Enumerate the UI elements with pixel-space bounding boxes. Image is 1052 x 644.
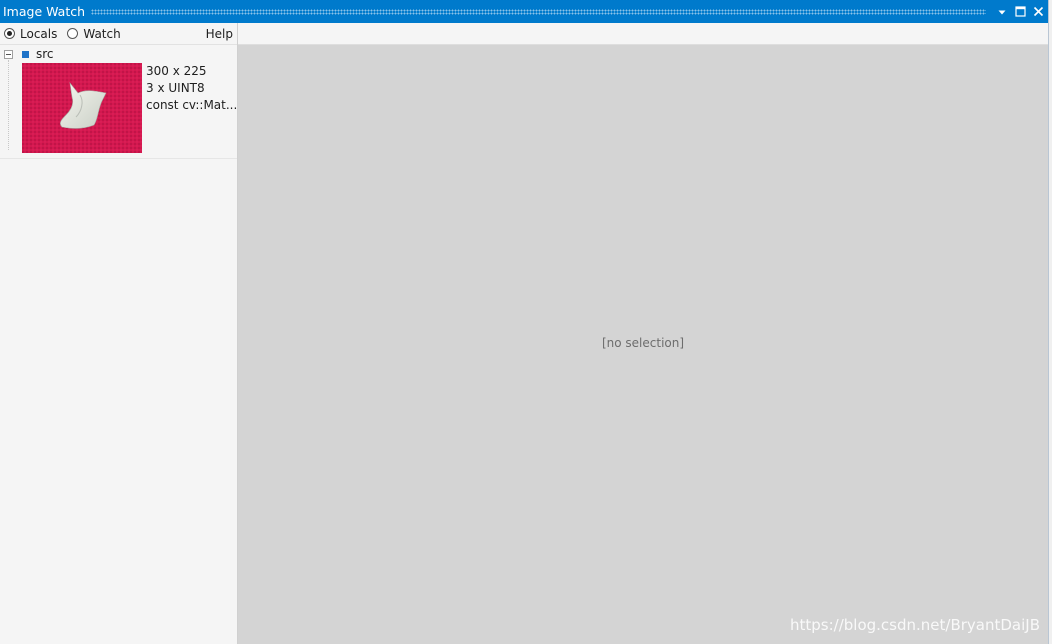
image-view[interactable]: [no selection] https://blog.csdn.net/Bry… [238,23,1048,644]
no-selection-label: [no selection] [601,336,685,350]
watch-radio-circle[interactable] [67,28,79,39]
dropdown-icon[interactable] [994,4,1010,20]
image-watch-window: Image Watch Locals Watch Help src 300 x … [0,0,1052,644]
maximize-icon[interactable] [1012,4,1028,20]
locals-label: Locals [20,26,58,41]
right-edge-border [1048,0,1052,644]
watch-label: Watch [83,26,121,41]
panel-toolbar: Locals Watch Help [0,23,237,45]
variable-icon [22,51,29,58]
close-icon[interactable] [1030,4,1046,20]
image-channels: 3 x UINT8 [146,81,205,95]
help-link[interactable]: Help [206,27,233,41]
image-type: const cv::Mat... [146,98,238,112]
image-thumbnail[interactable] [22,63,142,153]
watch-radio[interactable]: Watch [67,26,121,41]
window-title: Image Watch [3,4,86,19]
title-grip[interactable] [91,8,986,15]
title-bar[interactable]: Image Watch [0,0,1048,23]
watermark: https://blog.csdn.net/BryantDaiJB [790,616,1040,634]
collapse-icon[interactable] [4,50,13,59]
list-item[interactable]: src 300 x 225 3 x UINT8 const cv::Mat... [0,45,237,159]
locals-radio-circle[interactable] [4,28,15,39]
variable-name: src [36,47,54,61]
tree-line [8,60,9,150]
view-toolbar [238,23,1048,45]
locals-radio[interactable]: Locals [4,27,57,41]
locals-panel: Locals Watch Help src 300 x 225 3 x UINT… [0,23,238,644]
image-dimensions: 300 x 225 [146,64,207,78]
